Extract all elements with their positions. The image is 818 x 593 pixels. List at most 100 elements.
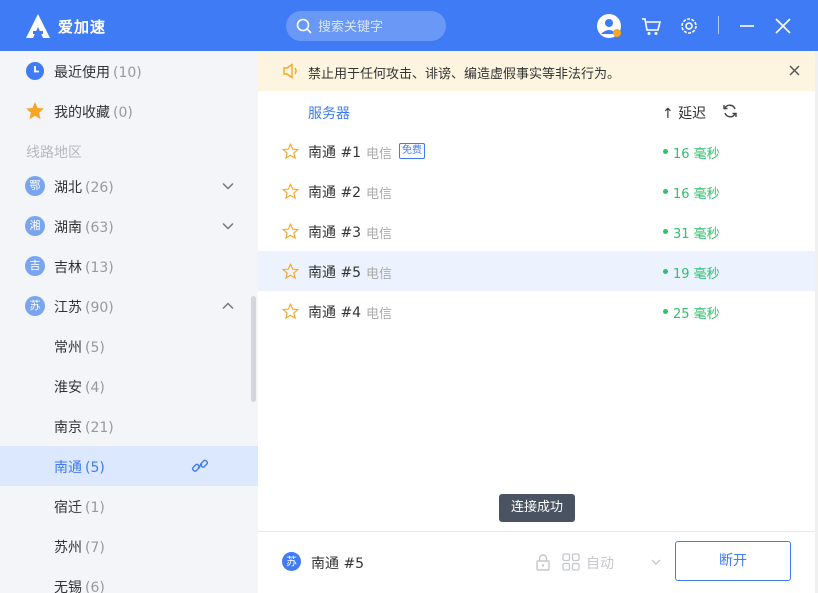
status-dot bbox=[663, 149, 668, 154]
status-dot bbox=[663, 229, 668, 234]
free-badge: 免费 bbox=[399, 143, 425, 159]
sidebar-item-nantong[interactable]: 南通 (5) bbox=[0, 446, 258, 486]
server-row-selected[interactable]: 南通 #5 电信 19 毫秒 bbox=[258, 251, 818, 291]
notice-text: 禁止用于任何攻击、诽谤、编造虚假事实等非法行为。 bbox=[308, 67, 621, 82]
gear-icon bbox=[681, 18, 697, 34]
sidebar-item-label: 宿迁 (1) bbox=[54, 500, 105, 516]
region-badge: 湘 bbox=[25, 216, 45, 236]
avatar-button[interactable] bbox=[596, 13, 622, 39]
star-outline-icon[interactable] bbox=[282, 183, 299, 200]
minimize-icon bbox=[740, 25, 754, 27]
main-panel: 禁止用于任何攻击、诽谤、编造虚假事实等非法行为。 服务器 ↑ 延迟 南通 #1 … bbox=[258, 51, 818, 593]
sidebar-item-label: 我的收藏 (0) bbox=[54, 105, 133, 121]
sidebar-item-hubei[interactable]: 鄂 湖北 (26) bbox=[0, 166, 258, 206]
star-icon bbox=[26, 102, 44, 120]
lock-icon[interactable] bbox=[534, 553, 552, 571]
star-outline-icon[interactable] bbox=[282, 303, 299, 320]
chevron-down-icon bbox=[222, 222, 234, 230]
server-name: 南通 #2 bbox=[308, 185, 362, 201]
title-bar: 爱加速 bbox=[0, 0, 818, 51]
sidebar-item-label: 最近使用 (10) bbox=[54, 65, 142, 81]
close-button[interactable] bbox=[770, 13, 796, 39]
search-input[interactable] bbox=[316, 11, 442, 43]
sidebar-item-label: 无锡 (6) bbox=[54, 580, 105, 593]
chevron-down-icon bbox=[222, 182, 234, 190]
speaker-icon bbox=[283, 63, 297, 79]
current-server-name: 南通 #5 bbox=[311, 556, 365, 572]
server-latency: 25 毫秒 bbox=[673, 307, 720, 322]
search-box[interactable] bbox=[286, 11, 446, 43]
star-outline-icon[interactable] bbox=[282, 143, 299, 160]
server-row[interactable]: 南通 #4 电信 25 毫秒 bbox=[258, 291, 818, 331]
app-logo-icon bbox=[26, 14, 50, 38]
server-latency: 16 毫秒 bbox=[673, 147, 720, 162]
server-latency: 19 毫秒 bbox=[673, 267, 720, 282]
server-name: 南通 #1 bbox=[308, 145, 362, 161]
server-latency: 16 毫秒 bbox=[673, 187, 720, 202]
app-title: 爱加速 bbox=[58, 18, 107, 36]
notice-banner: 禁止用于任何攻击、诽谤、编造虚假事实等非法行为。 bbox=[258, 51, 818, 91]
grid-icon bbox=[562, 553, 580, 571]
disconnect-button[interactable]: 断开 bbox=[675, 541, 791, 581]
cart-button[interactable] bbox=[638, 13, 664, 39]
sidebar-item-changzhou[interactable]: 常州 (5) bbox=[0, 326, 258, 366]
settings-button[interactable] bbox=[676, 13, 702, 39]
toast-connected: 连接成功 bbox=[499, 494, 575, 522]
server-latency: 31 毫秒 bbox=[673, 227, 720, 242]
minimize-button[interactable] bbox=[734, 13, 760, 39]
sidebar-item-huaian[interactable]: 淮安 (4) bbox=[0, 366, 258, 406]
section-label-regions: 线路地区 bbox=[26, 145, 82, 161]
server-row[interactable]: 南通 #3 电信 31 毫秒 bbox=[258, 211, 818, 251]
search-icon bbox=[296, 18, 312, 34]
server-name: 南通 #5 bbox=[308, 265, 362, 281]
server-name: 南通 #4 bbox=[308, 305, 362, 321]
sidebar-item-suzhou[interactable]: 苏州 (7) bbox=[0, 526, 258, 566]
sidebar-item-jilin[interactable]: 吉 吉林 (13) bbox=[0, 246, 258, 286]
app-window: 爱加速 搜索关键字 最近使用 (10) 我的收藏 (0) 线路地区 鄂 湖北 (… bbox=[0, 0, 818, 593]
server-name: 南通 #3 bbox=[308, 225, 362, 241]
chevron-down-icon[interactable] bbox=[650, 556, 662, 568]
sidebar-item-suqian[interactable]: 宿迁 (1) bbox=[0, 486, 258, 526]
current-region-badge: 苏 bbox=[282, 552, 301, 571]
star-outline-icon[interactable] bbox=[282, 263, 299, 280]
clock-icon bbox=[26, 62, 44, 80]
close-icon[interactable] bbox=[788, 64, 801, 77]
region-badge: 鄂 bbox=[25, 176, 45, 196]
server-isp: 电信 bbox=[366, 187, 393, 202]
sidebar: 最近使用 (10) 我的收藏 (0) 线路地区 鄂 湖北 (26) 湘 湖南 (63) … bbox=[0, 51, 258, 593]
sidebar-item-jiangsu[interactable]: 苏 江苏 (90) bbox=[0, 286, 258, 326]
server-list-header: 服务器 ↑ 延迟 bbox=[258, 91, 818, 131]
column-latency-sort[interactable]: ↑ 延迟 bbox=[662, 103, 706, 123]
connected-link-icon bbox=[191, 459, 209, 472]
refresh-icon[interactable] bbox=[722, 103, 738, 119]
status-dot bbox=[663, 189, 668, 194]
sidebar-item-wuxi[interactable]: 无锡 (6) bbox=[0, 566, 258, 593]
sidebar-scrollbar[interactable] bbox=[251, 296, 256, 402]
server-isp: 电信 bbox=[366, 147, 393, 162]
avatar-icon bbox=[597, 14, 621, 38]
header-divider bbox=[718, 16, 719, 34]
column-server[interactable]: 服务器 bbox=[308, 103, 350, 123]
connection-bar: 苏 南通 #5 自动 断开 bbox=[258, 531, 818, 593]
sidebar-item-nanjing[interactable]: 南京 (21) bbox=[0, 406, 258, 446]
status-dot bbox=[663, 309, 668, 314]
cart-icon bbox=[642, 18, 662, 35]
sidebar-item-hunan[interactable]: 湘 湖南 (63) bbox=[0, 206, 258, 246]
close-icon bbox=[775, 18, 791, 34]
server-row[interactable]: 南通 #1 电信 免费 16 毫秒 bbox=[258, 131, 818, 171]
sidebar-item-recent[interactable]: 最近使用 (10) bbox=[0, 51, 258, 91]
sidebar-item-favorites[interactable]: 我的收藏 (0) bbox=[0, 91, 258, 131]
sidebar-item-label: 南通 (5) bbox=[54, 460, 105, 476]
server-isp: 电信 bbox=[366, 307, 393, 322]
sidebar-item-label: 常州 (5) bbox=[54, 340, 105, 356]
region-badge: 苏 bbox=[25, 296, 45, 316]
server-isp: 电信 bbox=[366, 227, 393, 242]
star-outline-icon[interactable] bbox=[282, 223, 299, 240]
sidebar-item-label: 苏州 (7) bbox=[54, 540, 105, 556]
server-row[interactable]: 南通 #2 电信 16 毫秒 bbox=[258, 171, 818, 211]
sidebar-item-label: 江苏 (90) bbox=[54, 300, 114, 316]
mode-select[interactable]: 自动 bbox=[586, 553, 614, 573]
sidebar-item-label: 湖南 (63) bbox=[54, 220, 114, 236]
region-badge: 吉 bbox=[25, 256, 45, 276]
status-dot bbox=[663, 269, 668, 274]
